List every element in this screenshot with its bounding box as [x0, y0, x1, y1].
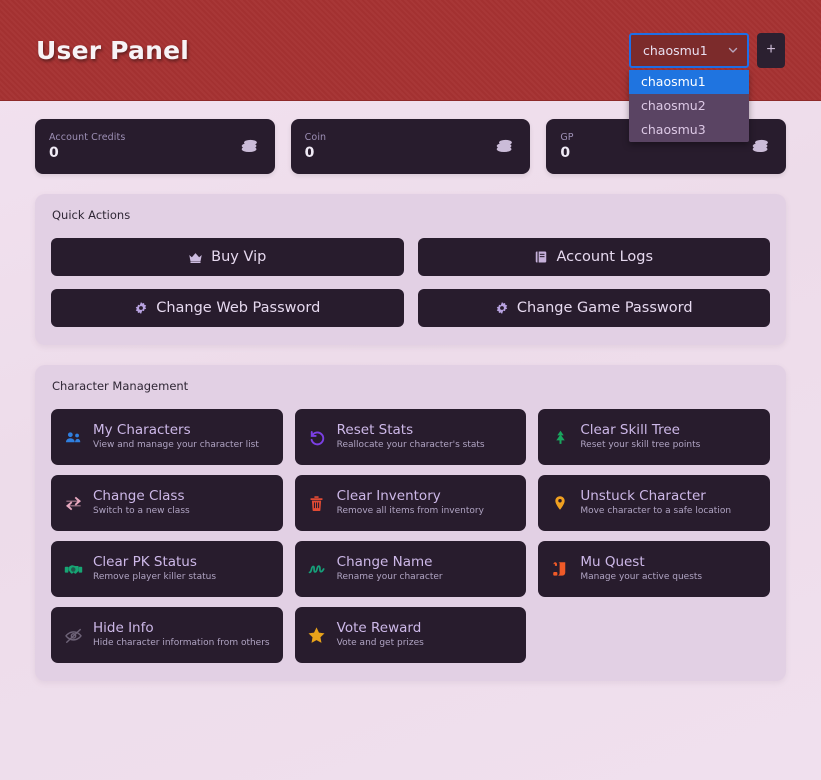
stat-card-account-credits: Account Credits 0	[35, 119, 275, 174]
buy-vip-button[interactable]: Buy Vip	[51, 238, 404, 276]
change-game-password-button[interactable]: Change Game Password	[417, 289, 770, 327]
stat-text: Coin 0	[305, 132, 495, 161]
star-icon	[307, 626, 327, 645]
card-body: Reset Stats Reallocate your character's …	[337, 423, 485, 451]
card-change-class[interactable]: Change Class Switch to a new class	[51, 475, 283, 531]
gear-icon	[495, 301, 509, 315]
card-body: Change Class Switch to a new class	[93, 489, 190, 517]
card-title: Mu Quest	[580, 554, 645, 571]
card-title: Clear Inventory	[336, 488, 441, 505]
card-title: Unstuck Character	[580, 488, 706, 505]
account-option-1[interactable]: chaosmu2	[629, 94, 749, 118]
card-body: Clear PK Status Remove player killer sta…	[93, 555, 216, 583]
card-body: Clear Inventory Remove all items from in…	[337, 489, 484, 517]
signature-icon	[307, 559, 327, 579]
page-content: Account Credits 0 Coin 0 GP 0 Quick Acti…	[0, 101, 821, 681]
card-title: Change Name	[336, 554, 433, 571]
stat-value: 0	[560, 145, 571, 161]
account-select-value: chaosmu1	[643, 42, 708, 58]
card-title: Reset Stats	[336, 422, 414, 439]
card-vote-reward[interactable]: Vote Reward Vote and get prizes	[294, 607, 527, 663]
card-unstuck-character[interactable]: Unstuck Character Move character to a sa…	[538, 475, 770, 531]
handshake-icon	[63, 560, 83, 579]
character-management-title: Character Management	[52, 379, 189, 393]
card-hide-info[interactable]: Hide Info Hide character information fro…	[51, 607, 283, 663]
header-actions: chaosmu1 chaosmu1 chaosmu2 chaosmu3 +	[629, 32, 785, 142]
card-title: Change Class	[93, 488, 185, 505]
account-logs-button[interactable]: Account Logs	[417, 238, 770, 276]
users-icon	[63, 428, 83, 447]
card-my-characters[interactable]: My Characters View and manage your chara…	[51, 409, 283, 465]
book-icon	[534, 250, 548, 264]
card-body: Change Name Rename your character	[337, 555, 443, 583]
card-body: Mu Quest Manage your active quests	[580, 555, 702, 583]
card-desc: Manage your active quests	[580, 571, 703, 582]
card-clear-inventory[interactable]: Clear Inventory Remove all items from in…	[294, 475, 527, 531]
card-reset-stats[interactable]: Reset Stats Reallocate your character's …	[294, 409, 527, 465]
stat-label: Account Credits	[49, 132, 126, 143]
card-desc: Reset your skill tree points	[580, 439, 701, 450]
card-desc: Rename your character	[336, 571, 443, 582]
account-select[interactable]: chaosmu1	[629, 32, 749, 68]
page-title: User Panel	[36, 35, 190, 65]
card-desc: Reallocate your character's stats	[336, 439, 485, 450]
eye-slash-icon	[63, 626, 83, 645]
stat-value: 0	[304, 145, 315, 161]
character-management-grid: My Characters View and manage your chara…	[51, 409, 770, 663]
quick-actions-panel: Quick Actions Buy Vip Account Logs Chang…	[35, 194, 786, 345]
account-select-dropdown[interactable]: chaosmu1 chaosmu2 chaosmu3	[629, 69, 749, 142]
crown-icon	[188, 250, 203, 265]
card-title: My Characters	[93, 422, 191, 439]
undo-icon	[307, 428, 327, 447]
tree-icon	[550, 429, 570, 446]
card-clear-pk-status[interactable]: Clear PK Status Remove player killer sta…	[51, 541, 283, 597]
chevron-down-icon	[727, 44, 739, 56]
card-desc: Vote and get prizes	[336, 637, 424, 648]
coins-icon	[750, 134, 772, 160]
card-title: Clear Skill Tree	[580, 422, 680, 439]
card-change-name[interactable]: Change Name Rename your character	[294, 541, 527, 597]
card-body: Clear Skill Tree Reset your skill tree p…	[580, 423, 700, 451]
card-desc: View and manage your character list	[93, 439, 259, 450]
card-title: Clear PK Status	[93, 554, 197, 571]
gear-icon	[134, 301, 148, 315]
card-title: Hide Info	[93, 620, 154, 637]
card-desc: Switch to a new class	[93, 505, 190, 516]
swap-arrows-icon	[63, 494, 83, 513]
account-option-0[interactable]: chaosmu1	[629, 69, 749, 94]
scroll-icon	[550, 560, 570, 578]
quick-actions-title: Quick Actions	[52, 208, 131, 222]
card-desc: Hide character information from others	[93, 637, 270, 648]
card-body: Vote Reward Vote and get prizes	[337, 621, 424, 649]
change-web-password-button[interactable]: Change Web Password	[51, 289, 404, 327]
app-header: User Panel chaosmu1 chaosmu1 chaosmu2 ch…	[0, 0, 821, 142]
card-body: My Characters View and manage your chara…	[93, 423, 259, 451]
stat-label: Coin	[304, 132, 327, 143]
card-clear-skill-tree[interactable]: Clear Skill Tree Reset your skill tree p…	[538, 409, 770, 465]
character-management-panel: Character Management My Characters View …	[35, 365, 786, 681]
card-body: Hide Info Hide character information fro…	[93, 621, 270, 649]
stat-card-coin: Coin 0	[290, 119, 531, 174]
buy-vip-label: Buy Vip	[211, 249, 267, 265]
card-desc: Move character to a safe location	[580, 505, 732, 516]
account-option-2[interactable]: chaosmu3	[629, 118, 749, 142]
card-body: Unstuck Character Move character to a sa…	[580, 489, 731, 517]
account-logs-label: Account Logs	[556, 249, 654, 265]
quick-actions-grid: Buy Vip Account Logs Change Web Password…	[51, 238, 770, 327]
change-game-password-label: Change Game Password	[516, 300, 693, 316]
trash-icon	[307, 495, 327, 512]
add-account-button[interactable]: +	[757, 32, 785, 68]
stat-text: Account Credits 0	[49, 132, 239, 161]
map-pin-icon	[550, 495, 570, 511]
account-select-wrapper: chaosmu1 chaosmu1 chaosmu2 chaosmu3	[629, 32, 749, 142]
change-web-password-label: Change Web Password	[156, 300, 321, 316]
card-title: Vote Reward	[336, 620, 422, 637]
card-mu-quest[interactable]: Mu Quest Manage your active quests	[538, 541, 770, 597]
card-desc: Remove all items from inventory	[336, 505, 484, 516]
coins-icon	[239, 134, 261, 160]
coins-icon	[494, 134, 516, 160]
card-desc: Remove player killer status	[93, 571, 217, 582]
stat-value: 0	[49, 145, 59, 161]
